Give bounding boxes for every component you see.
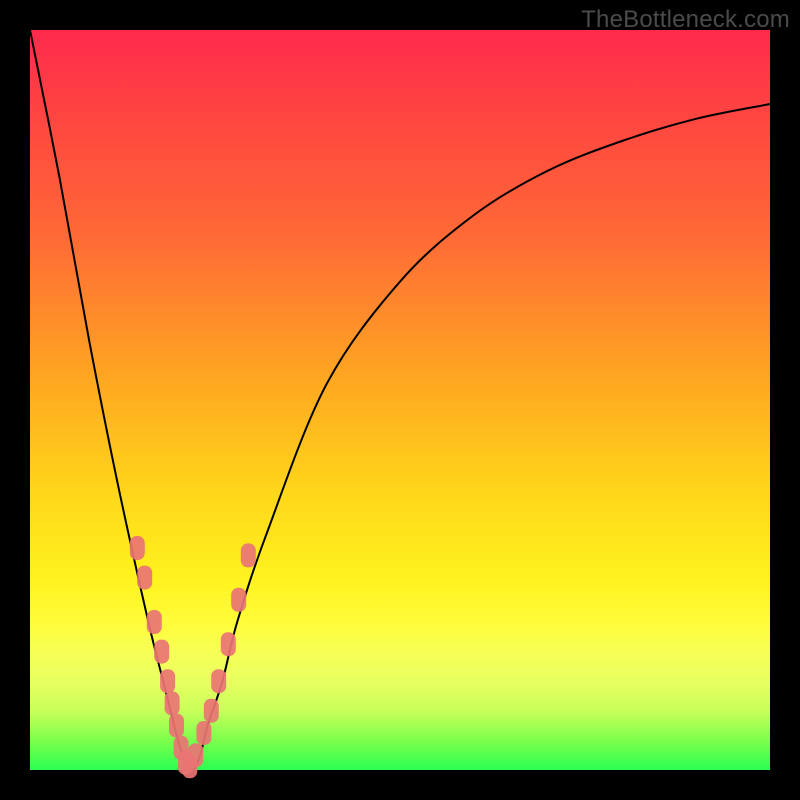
data-marker	[221, 632, 236, 656]
data-marker	[211, 669, 226, 693]
watermark-text: TheBottleneck.com	[581, 6, 790, 34]
chart-frame: TheBottleneck.com	[0, 0, 800, 800]
data-marker	[188, 743, 203, 767]
data-marker	[160, 669, 175, 693]
data-marker	[196, 721, 211, 745]
data-marker	[147, 610, 162, 634]
data-marker	[154, 640, 169, 664]
bottleneck-curve	[30, 30, 770, 770]
data-marker	[169, 714, 184, 738]
plot-area	[30, 30, 770, 770]
marker-group	[130, 536, 256, 778]
data-marker	[231, 588, 246, 612]
data-marker	[241, 543, 256, 567]
data-marker	[130, 536, 145, 560]
data-marker	[137, 566, 152, 590]
data-marker	[204, 699, 219, 723]
data-marker	[165, 691, 180, 715]
curve-svg	[30, 30, 770, 770]
